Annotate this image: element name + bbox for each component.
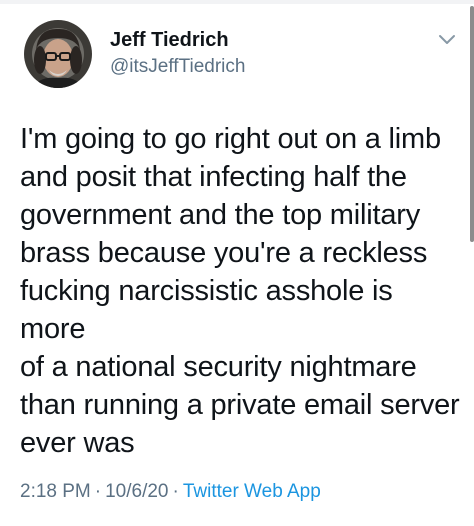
author-info[interactable]: Jeff Tiedrich @itsJeffTiedrich <box>110 28 245 80</box>
tweet-date[interactable]: 10/6/20 <box>105 481 168 502</box>
profile-photo-icon <box>24 20 92 88</box>
display-name[interactable]: Jeff Tiedrich <box>110 28 245 52</box>
tweet-header: Jeff Tiedrich @itsJeffTiedrich <box>24 20 464 92</box>
tweet-metadata: 2:18 PM · 10/6/20 · Twitter Web App <box>20 480 321 504</box>
avatar[interactable] <box>24 20 92 88</box>
tweet-source-link[interactable]: Twitter Web App <box>183 481 321 502</box>
meta-separator: · <box>94 481 102 502</box>
tweet-text: I'm going to go right out on a limb and … <box>20 123 460 459</box>
tweet-time[interactable]: 2:18 PM <box>20 481 91 502</box>
user-handle[interactable]: @itsJeffTiedrich <box>110 54 245 80</box>
meta-separator: · <box>172 481 179 502</box>
chevron-down-icon[interactable] <box>438 34 456 46</box>
top-divider <box>0 0 474 4</box>
scrollbar[interactable] <box>470 6 474 242</box>
